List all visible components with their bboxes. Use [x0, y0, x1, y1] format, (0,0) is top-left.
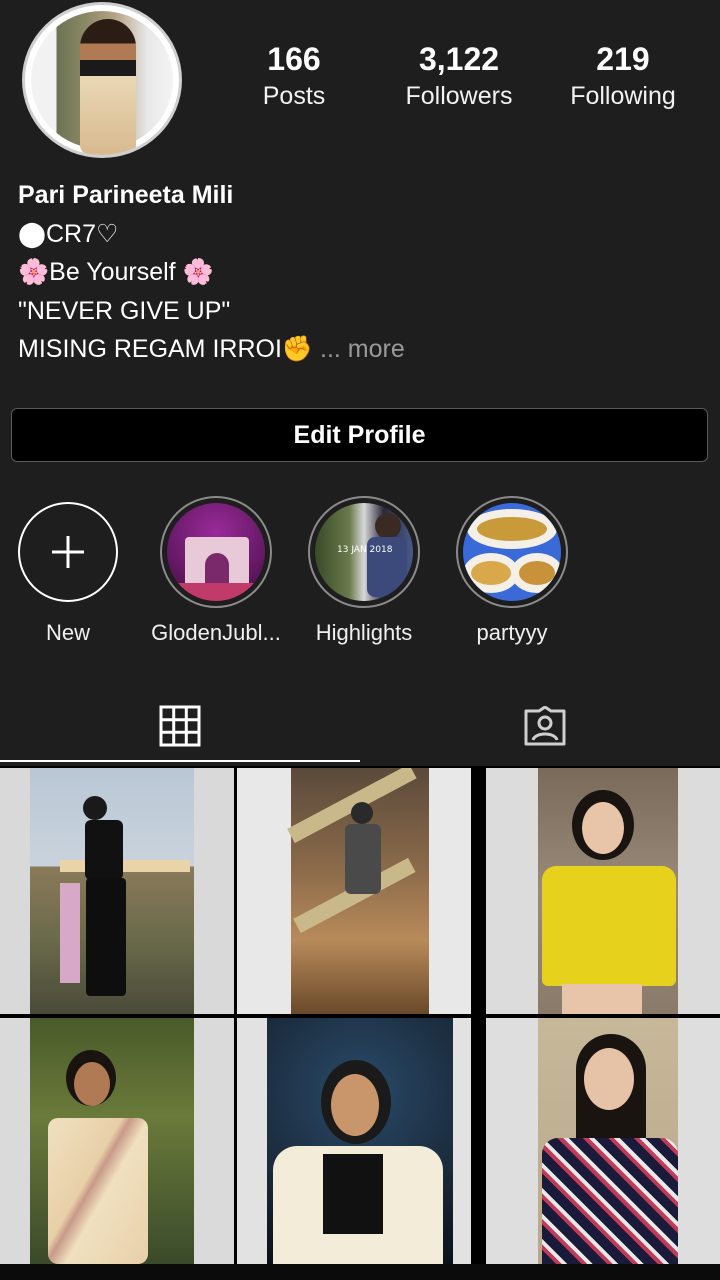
grid-post[interactable] — [486, 768, 720, 1014]
grid-post[interactable] — [486, 1018, 720, 1264]
plus-icon — [52, 536, 84, 568]
profile-bio: Pari Parineeta Mili ⬤CR7♡ 🌸Be Yourself 🌸… — [18, 176, 405, 369]
highlight-date-text: 13 JAN 2018 — [337, 545, 393, 555]
active-tab-indicator — [0, 760, 360, 762]
tab-posts-grid[interactable] — [0, 690, 360, 762]
highlight-label: partyyy — [476, 620, 548, 645]
flower-emoji: 🌸 — [18, 258, 50, 286]
bio-line-2: 🌸Be Yourself 🌸 — [18, 258, 214, 286]
followers-stat[interactable]: 3,122 Followers — [394, 40, 524, 114]
highlight-glodenjubl[interactable]: GlodenJubl... — [141, 496, 291, 646]
flower-emoji: 🌸 — [182, 258, 214, 286]
bottom-bar — [0, 1264, 720, 1280]
followers-count: 3,122 — [418, 41, 500, 77]
edit-profile-button[interactable]: Edit Profile — [11, 408, 708, 462]
highlight-label: New — [45, 620, 90, 645]
highlight-highlights[interactable]: 13 JAN 2018 Highlights — [289, 496, 439, 646]
grid-post[interactable] — [0, 1018, 234, 1264]
following-stat[interactable]: 219 Following — [558, 40, 688, 114]
grid-post[interactable] — [0, 768, 234, 1014]
following-label: Following — [570, 82, 676, 110]
highlight-label: GlodenJubl... — [151, 620, 281, 645]
highlight-partyyy[interactable]: partyyy — [437, 496, 587, 646]
highlight-thumbnail: 13 JAN 2018 — [315, 503, 413, 601]
posts-grid — [0, 766, 720, 1266]
posts-label: Posts — [262, 82, 326, 110]
highlight-new[interactable]: New — [0, 496, 143, 646]
profile-tabs — [0, 690, 720, 762]
highlight-thumbnail — [167, 503, 265, 601]
tab-tagged[interactable] — [365, 690, 720, 762]
bio-more-link[interactable]: ... more — [320, 335, 405, 363]
profile-avatar[interactable] — [22, 2, 182, 158]
bio-line-1: ⬤CR7♡ — [18, 219, 119, 248]
bio-line-3: "NEVER GIVE UP" — [18, 296, 231, 325]
posts-stat[interactable]: 166 Posts — [244, 40, 344, 114]
highlight-thumbnail — [463, 503, 561, 601]
tagged-person-icon — [524, 706, 566, 746]
followers-label: Followers — [405, 82, 513, 110]
highlight-label: Highlights — [315, 620, 413, 645]
grid-icon — [159, 705, 201, 747]
profile-name: Pari Parineeta Mili — [18, 181, 234, 209]
grid-post[interactable] — [237, 1018, 471, 1264]
grid-post[interactable] — [237, 768, 471, 1014]
fist-emoji: ✊ — [281, 335, 314, 363]
highlight-new-ring — [18, 502, 118, 602]
following-count: 219 — [596, 41, 650, 77]
posts-count: 166 — [267, 41, 321, 77]
bio-line-4: MISING REGAM IRROI✊ ... more — [18, 335, 405, 363]
